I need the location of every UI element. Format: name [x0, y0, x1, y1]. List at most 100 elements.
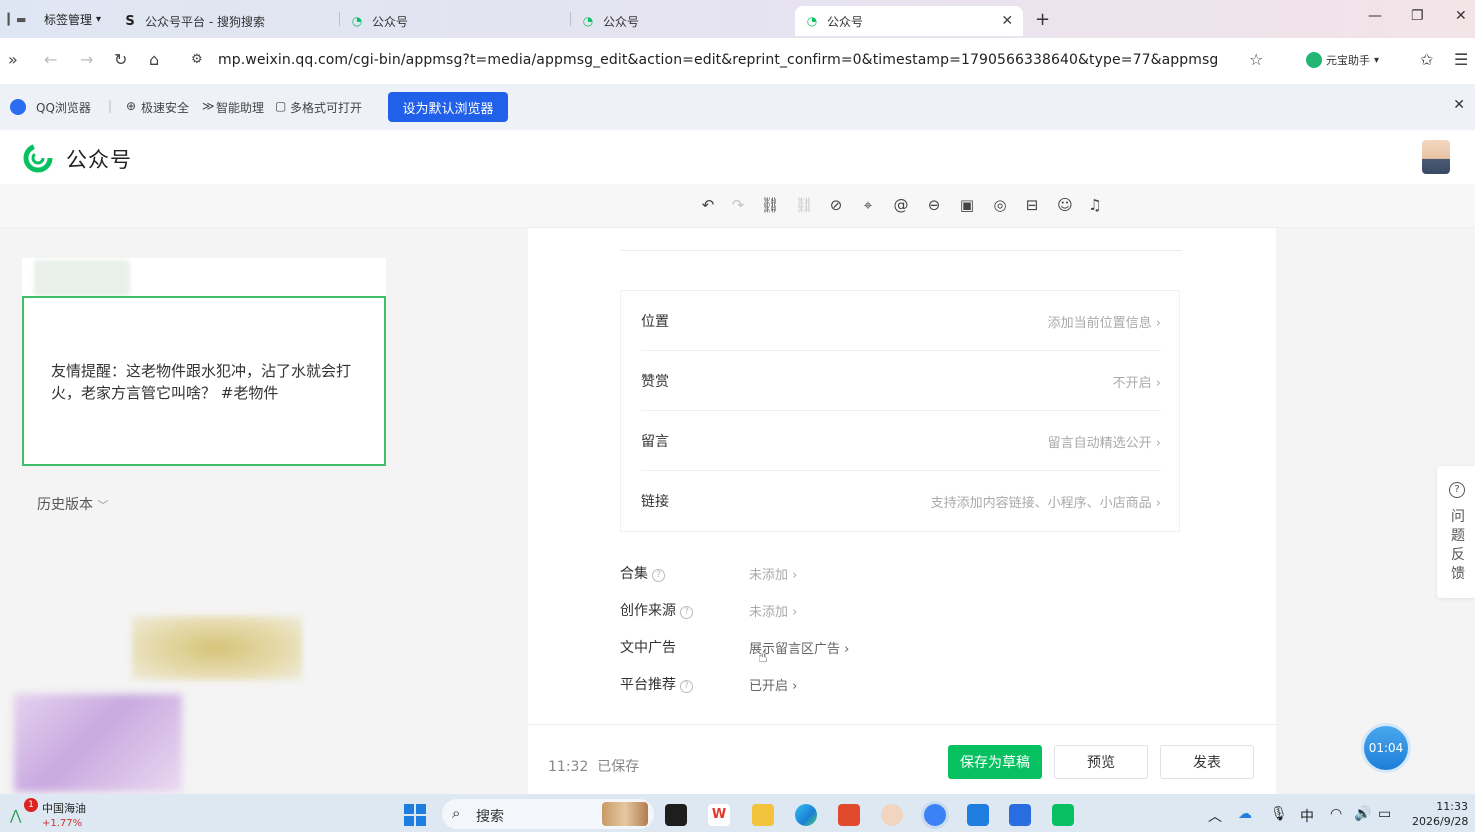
setting-value-text: 添加当前位置信息 [1047, 316, 1152, 331]
mini-program-icon[interactable]: ⊖ [924, 195, 944, 215]
chevron-down-icon: ▾ [1374, 54, 1380, 66]
setting-creation-source[interactable]: 创作来源? 未添加 › [620, 596, 1100, 620]
chevron-down-icon: ▾ [96, 13, 102, 25]
tablet-app-icon[interactable] [1009, 804, 1031, 826]
close-tab-icon[interactable]: ✕ [1001, 13, 1013, 29]
image-icon[interactable]: ▣ [957, 195, 977, 215]
back-icon[interactable]: ← [44, 50, 57, 69]
banner-divider: | [108, 99, 113, 113]
close-window-icon[interactable]: ✕ [1455, 8, 1467, 24]
setting-row-comments[interactable]: 留言 留言自动精选公开 › [641, 411, 1161, 471]
feedback-button[interactable]: ? 问题反馈 [1437, 466, 1475, 598]
sidebar-toggle-icon[interactable]: » [8, 50, 18, 69]
help-icon[interactable]: ? [680, 606, 693, 619]
start-menu-icon[interactable] [404, 804, 426, 826]
browser-tab[interactable]: ◔ 公众号 [571, 6, 795, 36]
cover-header [22, 258, 386, 296]
setting-platform-recommend[interactable]: 平台推荐? 已开启 › [620, 670, 1100, 694]
help-icon[interactable]: ? [680, 680, 693, 693]
ime-indicator[interactable]: 中 [1300, 806, 1314, 826]
reload-icon[interactable]: ↻ [114, 50, 127, 69]
undo-icon[interactable]: ↶ [698, 195, 718, 215]
unlink-icon[interactable]: ⛓ [794, 195, 814, 215]
avatar-app-icon[interactable] [881, 804, 903, 826]
article-list-panel: 友情提醒：这老物件跟水犯冲，沾了水就会打火，老家方言管它叫啥？ #老物件 历史版… [0, 228, 528, 794]
setting-collection[interactable]: 合集? 未添加 › [620, 559, 1100, 583]
tab-switcher-icon[interactable]: ▎▬ [4, 9, 30, 29]
help-icon[interactable]: ? [652, 569, 665, 582]
file-icon: ▢ [275, 99, 287, 113]
site-settings-icon[interactable]: ⚙ [191, 52, 203, 67]
favorites-icon[interactable]: ✩ [1420, 50, 1433, 69]
stock-name: 中国海油 [42, 802, 86, 815]
setting-row-reward[interactable]: 赞赏 不开启 › [641, 351, 1161, 411]
system-clock[interactable]: 11:33 2026/9/28 [1412, 799, 1468, 829]
forward-icon[interactable]: → [80, 50, 93, 69]
edge-icon[interactable] [795, 804, 817, 826]
url-field[interactable]: mp.weixin.qq.com/cgi-bin/appmsg?t=media/… [218, 52, 1218, 68]
mention-icon[interactable]: @ [891, 195, 911, 215]
file-explorer-icon[interactable] [752, 804, 774, 826]
location-pin-icon[interactable]: ⌖ [858, 195, 878, 215]
avatar[interactable] [1422, 140, 1450, 174]
wechat-mp-logo-icon [23, 143, 53, 173]
save-time: 11:32 [548, 759, 589, 775]
home-icon[interactable]: ⌂ [149, 50, 159, 69]
remote-desktop-icon[interactable] [967, 804, 989, 826]
set-default-browser-button[interactable]: 设为默认浏览器 [388, 92, 508, 122]
setting-value-text: 已开启 [749, 679, 789, 694]
pdf-app-icon[interactable] [838, 804, 860, 826]
clock-date: 2026/9/28 [1412, 815, 1469, 828]
music-icon[interactable]: ♫ [1085, 195, 1105, 215]
publish-button[interactable]: 发表 [1160, 745, 1254, 779]
question-icon: ? [1449, 482, 1465, 498]
mp-header: 公众号 [0, 130, 1475, 184]
setting-value: 已开启 › [749, 679, 798, 694]
video-icon[interactable]: ◎ [990, 195, 1010, 215]
onedrive-icon[interactable]: ☁ [1238, 806, 1252, 822]
qq-browser-icon[interactable] [924, 804, 946, 826]
article-card-selected[interactable]: 友情提醒：这老物件跟水犯冲，沾了水就会打火，老家方言管它叫啥？ #老物件 [22, 296, 386, 466]
wps-icon[interactable]: W [708, 804, 730, 826]
new-tab-button[interactable]: + [1035, 9, 1050, 30]
menu-icon[interactable]: ☰ [1454, 50, 1468, 69]
setting-row-location[interactable]: 位置 添加当前位置信息 › [641, 291, 1161, 351]
banner-feature: 极速安全 [141, 101, 190, 115]
battery-icon[interactable]: ▭ [1378, 806, 1391, 822]
close-banner-icon[interactable]: ✕ [1453, 97, 1465, 113]
emoji-icon[interactable]: ☺ [1055, 195, 1075, 215]
banner-feature: 多格式可打开 [290, 101, 363, 115]
save-draft-button[interactable]: 保存为草稿 [948, 745, 1042, 779]
terminal-icon[interactable] [665, 804, 687, 826]
setting-value: 未添加 › [749, 568, 798, 583]
link-icon[interactable]: ⛓ [760, 195, 780, 215]
minimize-icon[interactable]: — [1368, 8, 1382, 24]
setting-label: 位置 [641, 314, 669, 330]
preview-button[interactable]: 预览 [1054, 745, 1148, 779]
setting-value-text: 不开启 [1112, 376, 1152, 391]
bookmark-star-icon[interactable]: ☆ [1249, 50, 1263, 69]
recording-timer[interactable]: 01:04 [1364, 726, 1408, 770]
wechat-icon[interactable] [1052, 804, 1074, 826]
yuanbao-assistant-button[interactable]: 元宝助手 ▾ [1306, 52, 1379, 68]
cover-thumbnail[interactable] [34, 260, 130, 296]
taskbar-search[interactable]: ⌕ 搜索 [442, 799, 654, 829]
setting-label: 合集? [620, 563, 665, 583]
microphone-icon[interactable]: 🎙 [1270, 806, 1288, 822]
wifi-icon[interactable]: ◠ [1330, 806, 1342, 822]
redo-icon[interactable]: ↷ [728, 195, 748, 215]
setting-value: 添加当前位置信息 › [1047, 316, 1161, 331]
hyperlink-icon[interactable]: ⊘ [826, 195, 846, 215]
browser-tab-active[interactable]: ◔ 公众号 ✕ [795, 6, 1024, 36]
history-versions-dropdown[interactable]: 历史版本 ﹀ [37, 494, 108, 514]
browser-tab[interactable]: S 公众号平台 - 搜狗搜索 [113, 6, 339, 36]
tray-expand-icon[interactable]: ︿ [1208, 806, 1222, 826]
setting-row-links[interactable]: 链接 支持添加内容链接、小程序、小店商品 › [641, 471, 1161, 531]
setting-inline-ads[interactable]: 文中广告 展示留言区广告 › [620, 633, 1100, 657]
browser-tab[interactable]: ◔ 公众号 [340, 6, 570, 36]
inbox-icon[interactable]: ⊟ [1022, 195, 1042, 215]
volume-icon[interactable]: 🔊 [1354, 806, 1371, 822]
restore-icon[interactable]: ❐ [1411, 8, 1424, 24]
tab-group-manager[interactable]: 标签管理 ▾ [44, 11, 101, 28]
setting-label: 创作来源? [620, 600, 693, 620]
